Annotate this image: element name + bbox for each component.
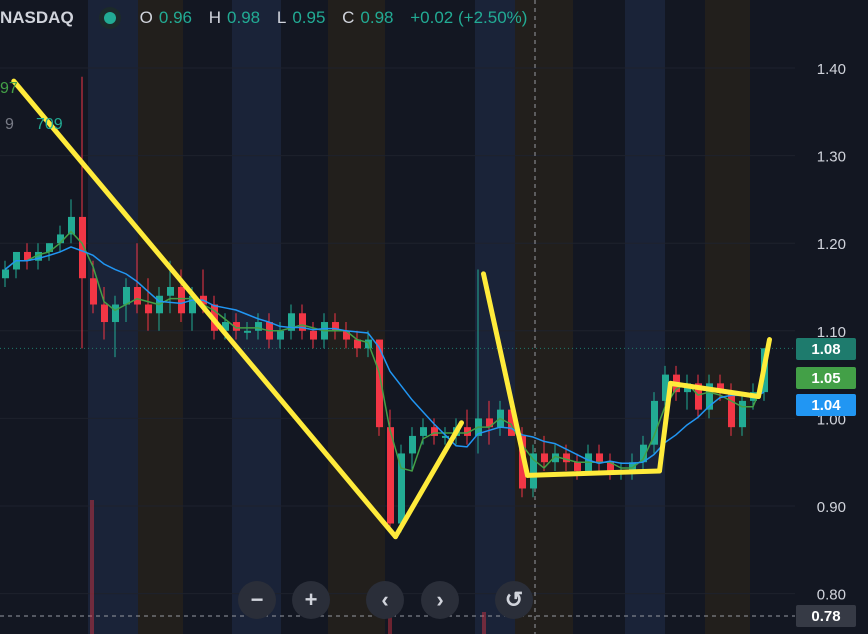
candle-body [574, 462, 581, 471]
chevron-right-icon: › [436, 587, 444, 612]
candle-body [530, 453, 537, 489]
reset-chart-button[interactable]: ↺ [495, 581, 533, 619]
candle-body [277, 330, 284, 340]
session-band [625, 0, 665, 634]
price-chart[interactable]: 1.401.301.201.101.000.900.80 [0, 0, 868, 634]
y-tick-label: 0.80 [817, 587, 846, 604]
candle-body [728, 392, 735, 428]
candle-body [134, 287, 141, 305]
candle-body [90, 278, 97, 305]
candle-body [255, 322, 262, 331]
reset-icon: ↺ [504, 587, 524, 612]
zoom-in-button[interactable]: + [292, 581, 330, 619]
session-band [705, 0, 750, 634]
market-status-icon [103, 12, 116, 24]
candle-body [563, 453, 570, 463]
scroll-right-button[interactable]: › [421, 581, 459, 619]
indicator-legend-1: 97 [0, 80, 18, 97]
last-price-badge: 1.08 [796, 338, 856, 360]
minus-icon: − [250, 587, 264, 612]
candle-body [739, 400, 746, 428]
ma-slow-text: 1.04 [811, 396, 841, 414]
indicator-legend-2-value: 709 [36, 116, 63, 133]
candle-body [167, 287, 174, 296]
open-label: O [139, 8, 153, 27]
low-label: L [276, 8, 287, 27]
candle-body [145, 304, 152, 314]
session-band [385, 0, 420, 634]
session-band [665, 0, 705, 634]
session-band [328, 0, 385, 634]
ma-slow-badge: 1.04 [796, 394, 856, 416]
ma-fast-badge: 1.05 [796, 367, 856, 389]
volume-bar [90, 500, 94, 634]
candle-body [178, 287, 185, 314]
symbol-header: NASDAQ O 0.96 H 0.98 L 0.95 C 0.98 +0.02 (+2… [0, 6, 533, 30]
candle-body [244, 330, 251, 333]
candle-body [541, 453, 548, 463]
session-band [138, 0, 183, 634]
zoom-out-button[interactable]: − [238, 581, 276, 619]
ma-fast-text: 1.05 [811, 369, 841, 387]
y-tick-label: 1.40 [817, 61, 846, 78]
candle-body [310, 330, 317, 340]
y-tick-label: 1.30 [817, 149, 846, 166]
y-tick-label: 0.90 [817, 499, 846, 516]
session-band [515, 0, 573, 634]
plus-icon: + [304, 587, 318, 612]
last-price-text: 1.08 [811, 340, 841, 358]
candle-body [409, 435, 416, 454]
y-tick-label: 1.20 [817, 236, 846, 253]
symbol-name[interactable]: NASDAQ [0, 8, 74, 28]
close-value: 0.98 [360, 8, 394, 27]
high-label: H [208, 8, 222, 27]
high-value: 0.98 [227, 8, 261, 27]
candle-body [101, 304, 108, 323]
session-band [232, 0, 281, 634]
close-label: C [342, 8, 355, 27]
scroll-left-button[interactable]: ‹ [366, 581, 404, 619]
change-value: +0.02 (+2.50%) [410, 8, 528, 27]
indicator-legend-2-prefix: 9 [5, 116, 14, 133]
candle-body [596, 453, 603, 463]
candle-body [420, 427, 427, 436]
ohlc-readout: O 0.96 H 0.98 L 0.95 C 0.98 +0.02 (+2.50%) [140, 8, 534, 28]
crosshair-price-text: 0.78 [811, 607, 841, 625]
candle-body [112, 304, 119, 323]
candle-body [651, 400, 658, 445]
chart-window: 1.40 1.30 1.20 1.10 1.00 0.90 0.80 NASDAQ O 0.9… [0, 0, 868, 634]
open-value: 0.96 [158, 8, 192, 27]
candle-body [2, 269, 9, 279]
candle-body [123, 287, 130, 305]
crosshair-price-label: 0.78 [796, 605, 856, 627]
candle-body [79, 216, 86, 279]
chevron-left-icon: ‹ [381, 587, 389, 612]
volume-bar [482, 612, 486, 634]
low-value: 0.95 [292, 8, 326, 27]
